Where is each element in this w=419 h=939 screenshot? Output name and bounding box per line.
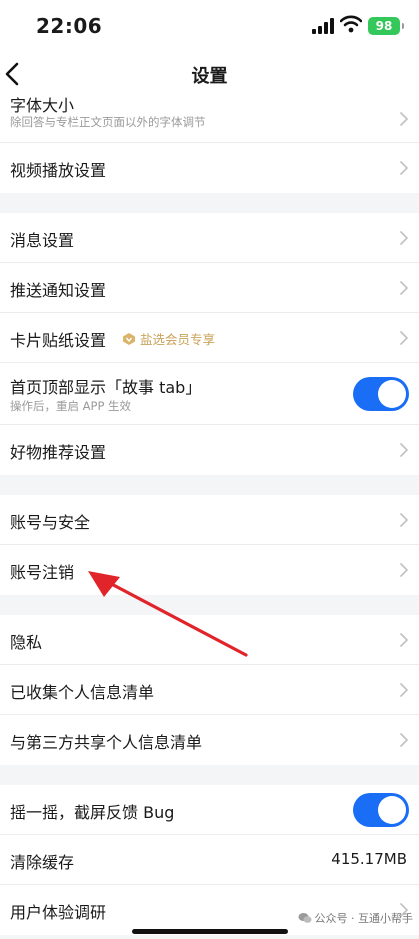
push-notification-settings-row[interactable]: 推送通知设置 xyxy=(0,263,419,313)
row-label: 卡片贴纸设置 xyxy=(10,331,107,350)
chevron-right-icon xyxy=(400,280,408,295)
chevron-right-icon xyxy=(400,330,408,345)
privacy-row[interactable]: 隐私 xyxy=(0,615,419,665)
settings-group-display: 字体大小 除回答与专栏正文页面以外的字体调节 视频播放设置 xyxy=(0,96,419,193)
row-subtitle: 操作后，重启 APP 生效 xyxy=(10,399,132,413)
row-label: 清除缓存 xyxy=(10,853,75,872)
page-title: 设置 xyxy=(191,66,228,87)
shake-feedback-toggle[interactable] xyxy=(353,792,409,827)
row-label: 已收集个人信息清单 xyxy=(10,683,155,702)
toggle-knob xyxy=(378,795,406,824)
row-label: 与第三方共享个人信息清单 xyxy=(10,733,203,752)
row-label: 用户体验调研 xyxy=(10,903,107,922)
settings-group-notifications: 消息设置 推送通知设置 卡片贴纸设置 盐选会员专享 首页顶部显示「故事 tab」… xyxy=(0,213,419,475)
message-settings-row[interactable]: 消息设置 xyxy=(0,213,419,263)
settings-group-privacy: 隐私 已收集个人信息清单 与第三方共享个人信息清单 xyxy=(0,615,419,765)
cellular-signal-icon xyxy=(312,18,334,34)
row-label: 推送通知设置 xyxy=(10,281,107,300)
story-tab-toggle-row: 首页顶部显示「故事 tab」 操作后，重启 APP 生效 xyxy=(0,363,419,425)
row-label: 账号注销 xyxy=(10,563,75,582)
row-label: 账号与安全 xyxy=(10,513,91,532)
chevron-right-icon xyxy=(400,443,408,457)
third-party-shared-info-row[interactable]: 与第三方共享个人信息清单 xyxy=(0,715,419,765)
chevron-right-icon xyxy=(400,161,408,175)
row-label: 隐私 xyxy=(10,633,43,652)
chevron-right-icon xyxy=(400,230,408,245)
wechat-icon xyxy=(298,913,311,923)
card-sticker-settings-row[interactable]: 卡片贴纸设置 盐选会员专享 xyxy=(0,313,419,363)
vip-badge: 盐选会员专享 xyxy=(122,329,215,348)
watermark-text: 公众号 · 互通小帮手 xyxy=(314,912,414,925)
vip-diamond-icon xyxy=(123,333,135,345)
row-label: 摇一摇，截屏反馈 Bug xyxy=(10,803,175,822)
vip-badge-label: 盐选会员专享 xyxy=(140,332,216,347)
row-label: 好物推荐设置 xyxy=(10,443,107,462)
group-divider xyxy=(0,595,419,615)
account-security-row[interactable]: 账号与安全 xyxy=(0,495,419,545)
chevron-right-icon xyxy=(400,733,408,747)
home-indicator[interactable] xyxy=(132,929,288,934)
account-deletion-row[interactable]: 账号注销 xyxy=(0,545,419,595)
row-subtitle: 除回答与专栏正文页面以外的字体调节 xyxy=(10,115,206,129)
collected-personal-info-row[interactable]: 已收集个人信息清单 xyxy=(0,665,419,715)
chevron-right-icon xyxy=(400,632,408,647)
chevron-right-icon xyxy=(400,512,408,527)
group-divider xyxy=(0,765,419,785)
shake-feedback-toggle-row: 摇一摇，截屏反馈 Bug xyxy=(0,785,419,835)
status-time: 22:06 xyxy=(36,14,103,38)
font-size-row[interactable]: 字体大小 除回答与专栏正文页面以外的字体调节 xyxy=(0,96,419,143)
group-divider xyxy=(0,475,419,495)
story-tab-toggle[interactable] xyxy=(353,376,409,411)
video-playback-settings-row[interactable]: 视频播放设置 xyxy=(0,143,419,193)
cache-size-value: 415.17MB xyxy=(331,850,407,868)
clear-cache-row[interactable]: 清除缓存 415.17MB xyxy=(0,835,419,885)
chevron-right-icon xyxy=(400,112,408,126)
navigation-bar: 设置 xyxy=(0,52,419,96)
chevron-right-icon xyxy=(400,682,408,697)
row-label: 消息设置 xyxy=(10,231,75,250)
product-recommendation-settings-row[interactable]: 好物推荐设置 xyxy=(0,425,419,475)
row-label: 首页顶部显示「故事 tab」 xyxy=(10,378,202,397)
status-bar: 22:06 98 xyxy=(0,0,419,52)
watermark: 公众号 · 互通小帮手 xyxy=(298,910,414,926)
group-divider xyxy=(0,193,419,213)
toggle-knob xyxy=(378,379,406,408)
row-label: 视频播放设置 xyxy=(10,161,107,180)
settings-group-account: 账号与安全 账号注销 xyxy=(0,495,419,595)
settings-list[interactable]: 字体大小 除回答与专栏正文页面以外的字体调节 视频播放设置 消息设置 推送通知设… xyxy=(0,96,419,939)
chevron-right-icon xyxy=(400,563,408,577)
battery-icon: 98 xyxy=(368,17,404,35)
wifi-icon xyxy=(340,15,362,33)
row-label: 字体大小 xyxy=(10,96,75,115)
